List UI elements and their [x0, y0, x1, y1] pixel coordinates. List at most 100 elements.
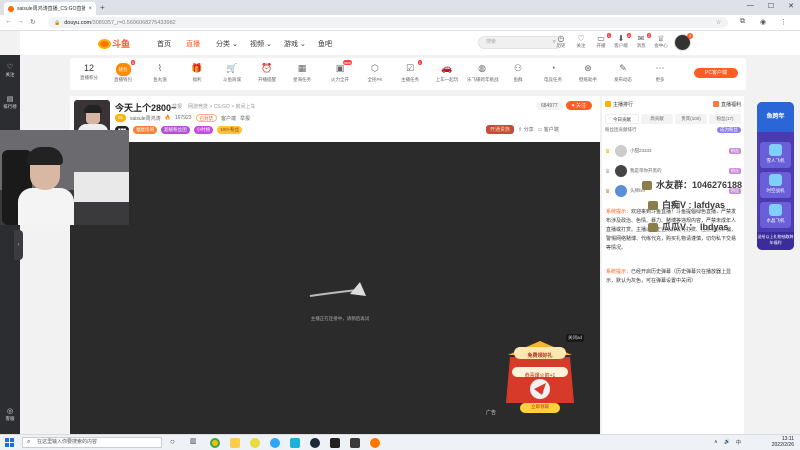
task-view-icon[interactable]: ▥ [190, 437, 200, 447]
sidebar-item-rank[interactable]: ▤ 排行榜 [0, 95, 20, 110]
maximize-button[interactable]: ☐ [768, 2, 774, 10]
promo-item[interactable]: 雪人飞机 [760, 142, 791, 168]
hourly-rank-badge[interactable]: 小时榜 [193, 126, 214, 134]
report-link[interactable]: 举报 [172, 103, 182, 110]
app-icon[interactable] [290, 438, 300, 448]
new-tab-button[interactable]: + [100, 3, 105, 12]
douyu-app-icon[interactable] [370, 438, 380, 448]
ime-indicator[interactable]: 中 [736, 439, 741, 446]
chrome-icon[interactable] [210, 438, 220, 448]
client-button[interactable]: ⬇ 4 客户端 [610, 33, 632, 49]
forward-icon[interactable]: → [17, 18, 24, 25]
promo-banner[interactable]: 鱼跨年 雪人飞机 时空战机 水晶飞机 送给以上礼物抽取跨年福利 [757, 102, 794, 250]
fortune-badge[interactable]: 福星房间 [133, 126, 158, 134]
tab-today[interactable]: 今日贡献 [605, 114, 639, 124]
message-button[interactable]: ✉ 2 消息 [630, 33, 652, 49]
tab-live-welfare[interactable]: 直播福利 [712, 101, 741, 108]
crown-gold-icon: ♛ [605, 148, 611, 155]
promo-item[interactable]: 时空战机 [760, 172, 791, 198]
nav-live[interactable]: 直播 [186, 39, 200, 49]
superfan-badge[interactable]: 超级粉丝团 [161, 126, 190, 134]
loading-spinner [309, 282, 366, 297]
rank-row[interactable]: ♛ 小甜23333 粉丝 [605, 144, 741, 158]
follow-button[interactable]: ♥ 关注 [565, 101, 593, 110]
plane-icon [769, 174, 782, 186]
fans-badge[interactable]: 100+粉丝 [217, 126, 243, 134]
close-window-button[interactable]: ✕ [788, 2, 794, 10]
wallet-button[interactable]: 钱包 3 直播钱包 [108, 60, 138, 83]
qq-icon[interactable] [250, 438, 260, 448]
shop-button[interactable]: 🛒 斗鱼商城 [217, 63, 247, 83]
user-avatar[interactable]: 3 [674, 33, 693, 51]
clock[interactable]: 13:11 2022/2/26 [772, 436, 794, 448]
esports-task-button[interactable]: ◔ 电竞任务 [538, 63, 568, 83]
folder-icon[interactable] [230, 438, 240, 448]
video-player[interactable]: 主播正在连接中，请稍后再试 关闭ad 免费领好礼 恭喜爆火箭+1 立即领取 广告 [70, 142, 600, 434]
sidebar-expand-handle[interactable]: › [14, 230, 23, 260]
star-task-button[interactable]: ▦ 星海任务 [287, 63, 317, 83]
cortana-icon[interactable]: ○ [170, 437, 180, 447]
sidebar-item-service[interactable]: ◎ 客服 [0, 407, 20, 422]
member-center-button[interactable]: ♕ 会中心 [650, 34, 672, 49]
promo-item[interactable]: 水晶飞机 [760, 202, 791, 228]
nav-yuba[interactable]: 鱼吧 [318, 39, 332, 49]
app-icon[interactable] [270, 438, 280, 448]
pc-client-button[interactable]: PC客户端 [694, 68, 738, 78]
share-button[interactable]: ⇪ 分享 [518, 126, 534, 133]
client-button-room[interactable]: ▭ 客户端 [538, 126, 559, 133]
history-button[interactable]: ◷ 历史 [550, 34, 572, 49]
nav-game[interactable]: 游戏 ⌄ [284, 39, 306, 49]
anchor-task-button[interactable]: ☑ 1 主播任务 [395, 60, 425, 83]
tray-up-icon[interactable]: ∧ [714, 439, 718, 445]
follow-header-button[interactable]: ♡ 关注 [570, 34, 592, 49]
start-live-button[interactable]: ▭ 1 开播 [590, 33, 612, 49]
client-link[interactable]: 客户端 [221, 115, 236, 122]
lock-icon[interactable]: 🔒 [54, 20, 60, 26]
back-icon[interactable]: ← [5, 18, 12, 25]
menu-icon[interactable]: ⋮ [780, 18, 787, 26]
level-indicator[interactable]: 12 直播积分 [76, 63, 102, 81]
reload-icon[interactable]: ↻ [30, 18, 36, 26]
browser-tab[interactable]: saisule周鸿涛直播_CS:GO直播... × [4, 2, 96, 15]
tab-vip[interactable]: 贵宾(100) [675, 114, 707, 124]
calendar-icon: ▦ [297, 63, 307, 73]
nav-video[interactable]: 视频 ⌄ [250, 39, 272, 49]
nav-category[interactable]: 分类 ⌄ [216, 39, 238, 49]
bookmark-star-icon[interactable]: ☆ [716, 19, 721, 26]
tab-anchor-rank[interactable]: 主播排行 [605, 101, 633, 108]
carpool-button[interactable]: 🚗 上车一起玩 [432, 63, 462, 83]
post-button[interactable]: ✎ 发布动态 [608, 63, 638, 83]
ad-claim-button[interactable]: 立即领取 [522, 404, 558, 410]
volume-icon[interactable]: 🔊 [724, 439, 730, 445]
ufo-button[interactable]: ◍ 乐飞碟跨年挑战 [467, 63, 499, 83]
profile-icon[interactable]: ◉ [760, 18, 766, 26]
pk-button[interactable]: ⬡ 全民PK [360, 63, 390, 83]
fire-button[interactable]: ▣ new 火力全开 [325, 60, 355, 83]
extension-icon[interactable]: ⧉ [740, 18, 745, 26]
join-fans-button[interactable]: 成为粉丝 [717, 127, 741, 133]
app-icon[interactable] [350, 438, 360, 448]
steam-icon[interactable] [310, 438, 320, 448]
tab-close-icon[interactable]: × [88, 6, 92, 12]
address-bar[interactable]: 🔒 douyu.com/3089357_r=0.5606068275433982 [48, 17, 728, 28]
remind-button[interactable]: ⏰ 开播提醒 [252, 63, 282, 83]
welfare-button[interactable]: 🎁 福利 [182, 63, 212, 83]
minimize-button[interactable]: — [747, 2, 754, 10]
streamer-name[interactable]: saisule周鸿涛 [130, 115, 161, 122]
more-button[interactable]: ⋯ 更多 [645, 63, 675, 83]
windows-start-icon[interactable] [5, 438, 14, 447]
nav-home[interactable]: 首页 [157, 39, 171, 49]
rank-row[interactable]: ♛ 我是带你开黑的 粉丝 [605, 164, 741, 178]
douyu-logo[interactable]: 斗鱼 [98, 37, 130, 50]
report-room-link[interactable]: 举报 [240, 115, 250, 122]
fishball-button[interactable]: ⌇ 鱼丸值 [145, 63, 175, 83]
wallpaper-button[interactable]: ⊛ 壁纸助手 [573, 63, 603, 83]
tab-week[interactable]: 周贡献 [641, 114, 673, 124]
tab-fans[interactable]: 粉丝(17) [709, 114, 741, 124]
fish-group-button[interactable]: ⚇ 鱼群 [503, 63, 533, 83]
sidebar-item-follow[interactable]: ♡ 关注 [0, 63, 20, 78]
taskbar-search-input[interactable]: ⌕ 在这里输入你要搜索的内容 [22, 437, 162, 448]
category-path[interactable]: 网游竞技 > CS:GO > 房间上车 [188, 103, 256, 110]
obs-icon[interactable] [330, 438, 340, 448]
noble-button[interactable]: 开通贵族 [486, 125, 515, 134]
